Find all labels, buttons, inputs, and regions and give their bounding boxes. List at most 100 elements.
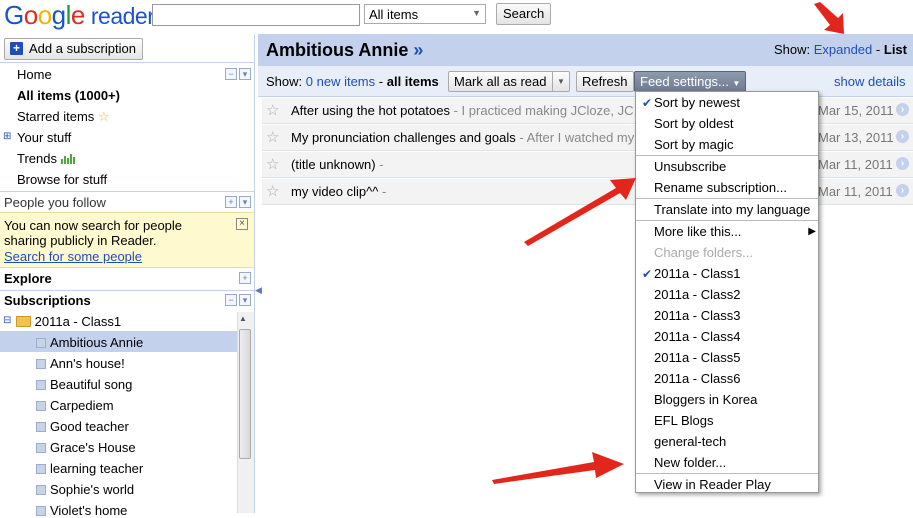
nav-your-stuff[interactable]: Your stuff — [17, 130, 71, 145]
chevron-down-icon[interactable]: ▼ — [552, 72, 569, 91]
add-subscription-button[interactable]: + Add a subscription — [4, 38, 143, 60]
dropdown-icon[interactable]: ▾ — [239, 68, 251, 80]
explore-heading[interactable]: Explore — [4, 271, 52, 286]
subscriptions-heading[interactable]: Subscriptions — [4, 293, 91, 308]
menu-translate[interactable]: Translate into my language — [654, 202, 810, 217]
minus-icon[interactable]: − — [225, 294, 237, 306]
search-scope-select[interactable]: All items ▼ — [364, 4, 486, 24]
sidebar-feed[interactable]: learning teacher — [36, 461, 143, 476]
star-icon[interactable]: ☆ — [266, 155, 279, 173]
sidebar-feed[interactable]: Violet's home — [36, 503, 127, 518]
menu-folder-item[interactable]: 2011a - Class1 — [654, 266, 740, 281]
menu-folder-item[interactable]: 2011a - Class3 — [654, 308, 740, 323]
feed-label: Carpediem — [50, 398, 114, 413]
refresh-button[interactable]: Refresh — [576, 71, 634, 92]
menu-unsubscribe[interactable]: Unsubscribe — [654, 159, 726, 174]
menu-folder-item[interactable]: EFL Blogs — [654, 413, 714, 428]
feed-label: Sophie's world — [50, 482, 135, 497]
menu-folder-item[interactable]: Bloggers in Korea — [654, 392, 757, 407]
scrollbar-thumb[interactable] — [239, 329, 251, 459]
plus-icon[interactable]: + — [239, 272, 251, 284]
menu-rename[interactable]: Rename subscription... — [654, 180, 787, 195]
close-icon[interactable]: × — [236, 218, 248, 230]
menu-folder-item[interactable]: 2011a - Class5 — [654, 350, 740, 365]
feed-title-link-icon[interactable]: » — [413, 40, 423, 60]
sidebar-feed[interactable]: Grace's House — [36, 440, 136, 455]
divider — [0, 191, 254, 192]
feed-icon — [36, 422, 46, 432]
folder-2011a-class1[interactable]: 2011a - Class1 — [16, 314, 121, 329]
collapse-sidebar-icon[interactable]: ◀ — [255, 285, 262, 296]
all-items-current: all items — [386, 74, 439, 89]
search-people-notice: You can now search for people sharing pu… — [0, 212, 254, 268]
nav-home[interactable]: Home — [17, 67, 52, 82]
star-icon[interactable]: ☆ — [266, 101, 279, 119]
open-entry-icon[interactable]: › — [896, 103, 909, 116]
feed-title[interactable]: Ambitious Annie » — [266, 40, 423, 61]
mark-all-read-button[interactable]: Mark all as read ▼ — [448, 71, 570, 92]
entry-title: (title unknown) - — [291, 157, 384, 172]
open-entry-icon[interactable]: › — [896, 184, 909, 197]
dropdown-icon[interactable]: ▾ — [239, 196, 251, 208]
feed-label: Ann's house! — [50, 356, 125, 371]
trends-chart-icon — [60, 152, 75, 167]
search-input[interactable] — [152, 4, 360, 26]
feed-settings-button[interactable]: Feed settings... ▼ — [634, 71, 747, 92]
star-icon[interactable]: ☆ — [266, 182, 279, 200]
entry-title-text: After using the hot potatoes — [291, 103, 450, 118]
sidebar-feed[interactable]: Carpediem — [36, 398, 114, 413]
folder-label: 2011a - Class1 — [34, 314, 122, 329]
menu-folder-item[interactable]: 2011a - Class6 — [654, 371, 740, 386]
menu-folder-item[interactable]: 2011a - Class2 — [654, 287, 740, 302]
new-items-link[interactable]: 0 new items — [306, 74, 375, 89]
nav-trends[interactable]: Trends — [17, 151, 75, 167]
nav-starred-items[interactable]: Starred items ☆ — [17, 109, 110, 125]
menu-folder-item[interactable]: 2011a - Class4 — [654, 329, 740, 344]
sidebar-feed[interactable]: Ambitious Annie — [36, 335, 143, 350]
view-label: Show: — [773, 42, 811, 57]
scroll-up-icon[interactable]: ▲ — [239, 314, 247, 323]
feed-label: Beautiful song — [50, 377, 133, 392]
google-reader-logo[interactable]: Google reader — [4, 0, 155, 30]
minus-icon[interactable]: − — [225, 68, 237, 80]
nav-browse[interactable]: Browse for stuff — [17, 172, 107, 187]
entry-title: my video clip^^ - — [291, 184, 386, 199]
nav-starred-label: Starred items — [17, 109, 95, 124]
menu-new-folder[interactable]: New folder... — [654, 455, 726, 470]
people-you-follow-heading[interactable]: People you follow — [4, 195, 106, 210]
feed-label: learning teacher — [50, 461, 144, 476]
entry-title-text: My pronunciation challenges and goals — [291, 130, 516, 145]
collapse-minus-icon[interactable]: ⊟ — [3, 315, 11, 326]
entry-title-text: my video clip^^ — [291, 184, 379, 199]
sidebar-feed[interactable]: Sophie's world — [36, 482, 134, 497]
menu-sort-oldest[interactable]: Sort by oldest — [654, 116, 734, 131]
star-icon[interactable]: ☆ — [266, 128, 279, 146]
search-people-link[interactable]: Search for some people — [4, 249, 142, 264]
menu-view-in-reader-play[interactable]: View in Reader Play — [654, 477, 771, 492]
open-entry-icon[interactable]: › — [896, 130, 909, 143]
plus-icon[interactable]: + — [225, 196, 237, 208]
menu-sort-magic[interactable]: Sort by magic — [654, 137, 733, 152]
sidebar-feed[interactable]: Ann's house! — [36, 356, 125, 371]
open-entry-icon[interactable]: › — [896, 157, 909, 170]
expand-plus-icon[interactable]: ⊞ — [3, 131, 11, 142]
feed-icon — [36, 506, 46, 516]
menu-sort-newest[interactable]: Sort by newest — [654, 95, 740, 110]
entry-title: After using the hot potatoes - I practic… — [291, 103, 634, 118]
show-details-link[interactable]: show details — [834, 74, 906, 89]
folder-open-icon — [16, 316, 31, 327]
show-filter-label: Show: — [266, 74, 303, 89]
view-list-current: List — [883, 42, 907, 57]
show-filter: Show: 0 new items - all items — [266, 74, 439, 89]
search-button[interactable]: Search — [496, 3, 552, 25]
sidebar-feed[interactable]: Beautiful song — [36, 377, 132, 392]
sidebar-feed[interactable]: Good teacher — [36, 419, 129, 434]
search-scope-value: All items — [369, 7, 419, 22]
view-expanded-link[interactable]: Expanded — [814, 42, 873, 57]
nav-all-items[interactable]: All items (1000+) — [17, 88, 120, 103]
menu-change-folders: Change folders... — [654, 245, 754, 260]
menu-more-like-this[interactable]: More like this... ▶ — [654, 224, 818, 239]
menu-folder-item[interactable]: general-tech — [654, 434, 726, 449]
dropdown-icon[interactable]: ▾ — [239, 294, 251, 306]
feed-settings-menu: ✔ Sort by newest Sort by oldest Sort by … — [635, 91, 819, 493]
